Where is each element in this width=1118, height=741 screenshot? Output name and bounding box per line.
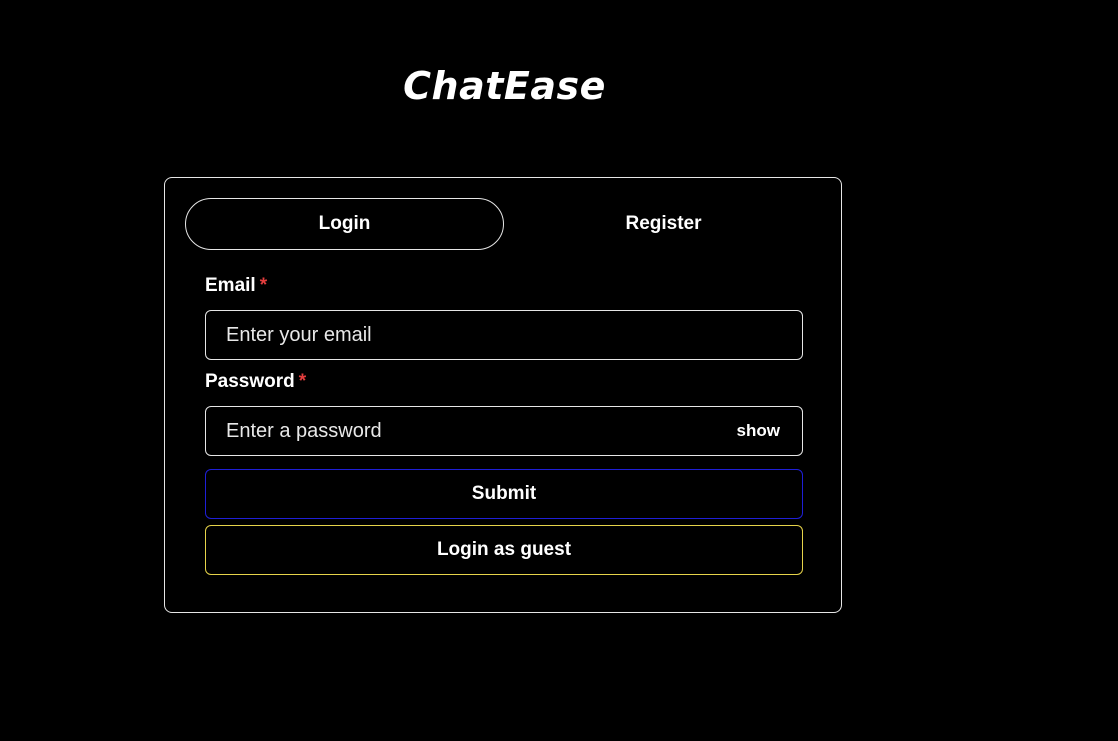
- tab-login[interactable]: Login: [185, 198, 504, 250]
- password-field-wrapper: show: [205, 406, 803, 456]
- email-field-wrapper: [205, 310, 803, 360]
- submit-button[interactable]: Submit: [205, 469, 803, 519]
- password-label: Password *: [205, 371, 306, 393]
- tab-register[interactable]: Register: [504, 198, 823, 250]
- auth-card: Login Register Email* Password* show Sub…: [164, 177, 842, 613]
- login-as-guest-button[interactable]: Login as guest: [205, 525, 803, 575]
- email-field[interactable]: [206, 311, 802, 359]
- password-required-mark: *: [298, 371, 307, 392]
- show-password-button[interactable]: show: [737, 419, 780, 443]
- email-label-text: Email: [205, 275, 256, 296]
- app-title: ChatEase: [403, 64, 606, 108]
- password-field[interactable]: [206, 407, 802, 455]
- email-label: Email *: [205, 275, 267, 297]
- password-label-text: Password: [205, 371, 295, 392]
- email-required-mark: *: [259, 275, 268, 296]
